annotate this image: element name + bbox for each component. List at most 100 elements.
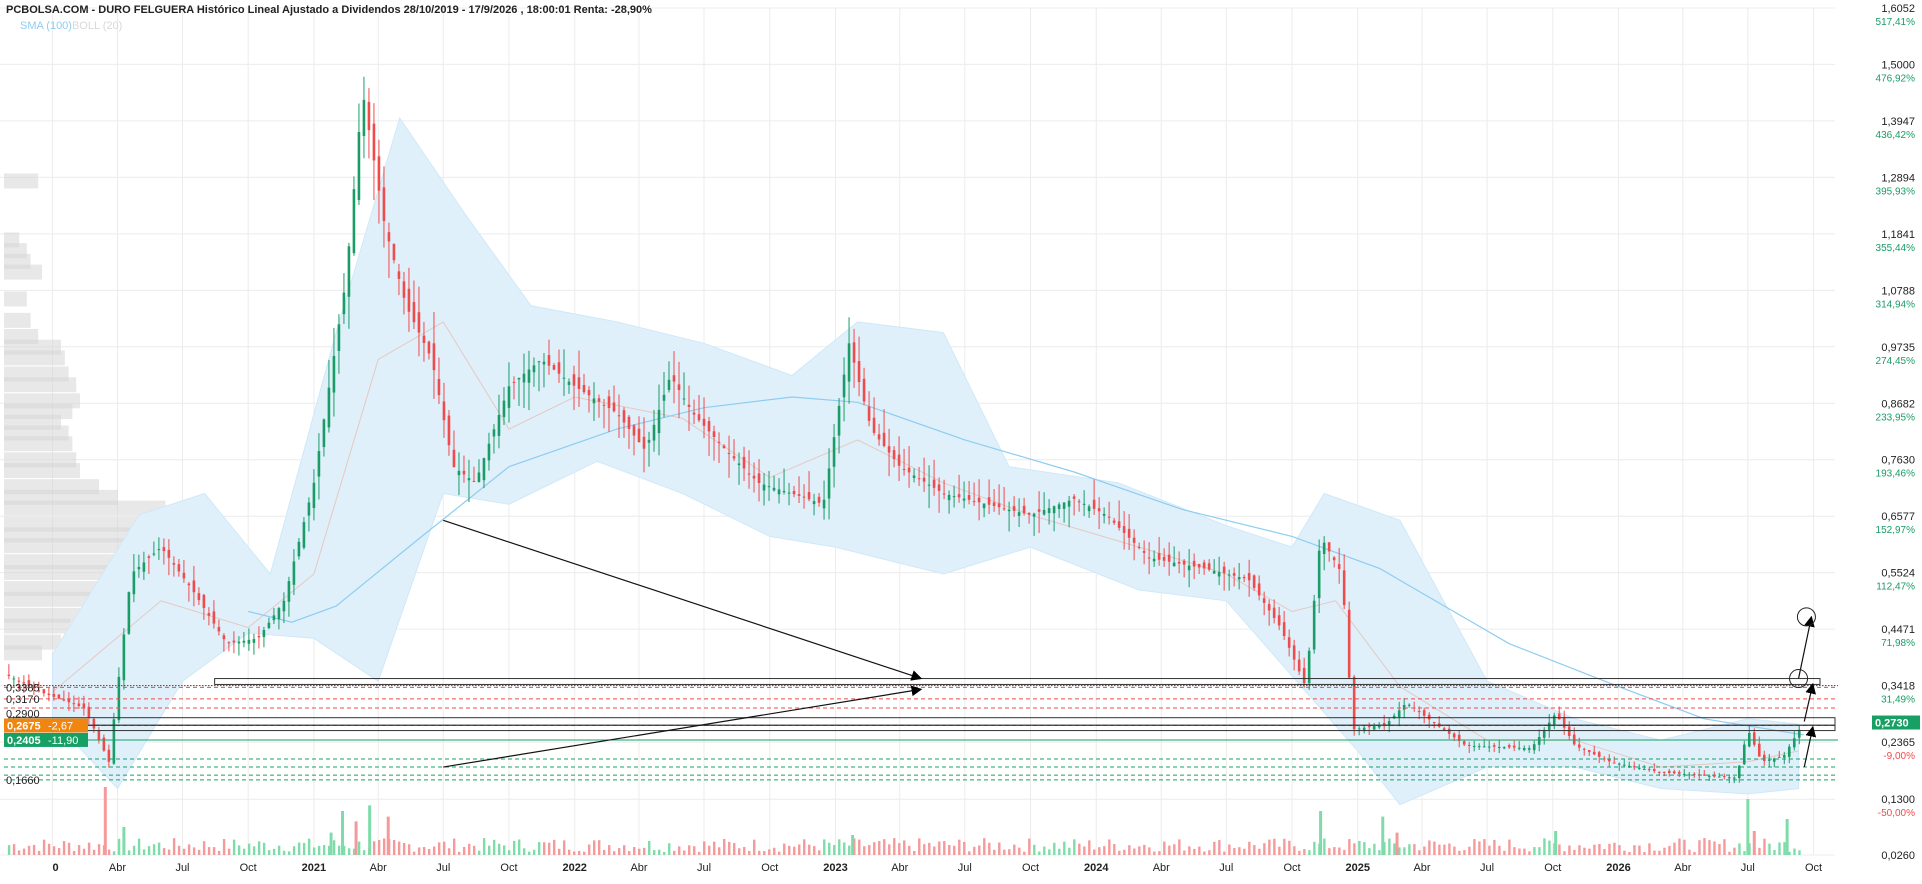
volume-bar: [322, 845, 326, 855]
volume-bar: [1513, 847, 1516, 855]
x-axis-label: Jul: [1219, 862, 1233, 874]
candle-body: [787, 492, 791, 494]
volume-profile-bar: [4, 500, 166, 516]
volume-bar: [668, 843, 671, 855]
candle-body: [1252, 575, 1256, 588]
candle-body: [457, 470, 461, 476]
candle-body: [352, 189, 356, 254]
volume-bar: [527, 851, 531, 855]
volume-bar: [22, 848, 26, 855]
volume-bar: [948, 844, 951, 855]
volume-bar: [1778, 842, 1781, 855]
x-axis-label: 2024: [1084, 862, 1109, 874]
trend-arrow[interactable]: [443, 685, 923, 768]
candle-body: [932, 479, 936, 488]
volume-bar: [1148, 847, 1151, 855]
volume-bar: [1203, 851, 1206, 855]
volume-bar: [252, 846, 256, 855]
volume-bar: [1038, 851, 1041, 855]
volume-bar: [207, 847, 211, 855]
y-axis-pct-label: 355,44%: [1876, 243, 1916, 254]
candle-body: [1017, 512, 1021, 516]
volume-bar: [1578, 845, 1581, 855]
volume-bar: [1603, 848, 1606, 855]
candle-body: [72, 703, 76, 705]
candle-body: [1557, 713, 1561, 720]
volume-bar: [567, 849, 571, 855]
volume-bar: [1178, 839, 1181, 855]
volume-bar: [793, 846, 796, 855]
candle-body: [207, 613, 211, 616]
candle-body: [1262, 598, 1266, 603]
volume-bar: [1008, 849, 1011, 855]
volume-bar: [883, 839, 886, 855]
volume-bar: [467, 843, 471, 855]
zone-box[interactable]: [214, 678, 1821, 685]
candle-body: [347, 246, 351, 297]
volume-bar: [1058, 848, 1061, 855]
candle-body: [862, 378, 866, 402]
volume-bar: [122, 827, 126, 855]
candle-body: [1137, 546, 1141, 548]
candle-body: [1417, 711, 1421, 713]
volume-bar: [1608, 843, 1611, 855]
volume-bar: [377, 839, 381, 855]
volume-bar: [1538, 847, 1541, 855]
candle-body: [842, 374, 846, 398]
volume-bar: [1078, 843, 1081, 855]
x-axis-label: Oct: [1283, 862, 1300, 874]
candle-body: [277, 608, 281, 620]
volume-bar: [1773, 849, 1776, 855]
candle-body: [1217, 572, 1221, 577]
volume-bar: [663, 851, 666, 855]
candle-body: [357, 132, 361, 200]
volume-bar: [1688, 849, 1691, 855]
volume-bar: [537, 842, 541, 855]
candle-body: [1317, 550, 1321, 599]
candle-body: [1077, 501, 1081, 503]
x-axis-label: Oct: [1805, 862, 1822, 874]
volume-bar: [1298, 850, 1301, 855]
trend-arrow[interactable]: [1803, 682, 1816, 722]
candle-body: [512, 381, 516, 383]
volume-bar: [813, 846, 816, 855]
candle-body: [332, 355, 336, 393]
volume-bar: [1048, 849, 1051, 855]
candle-body: [722, 445, 726, 449]
candle-body: [1177, 561, 1181, 564]
volume-bar: [497, 843, 501, 855]
candle-body: [467, 478, 471, 481]
y-axis-price-label: 0,2365: [1881, 737, 1915, 749]
candle-body: [1157, 553, 1161, 560]
volume-bar: [1319, 811, 1323, 855]
volume-bar: [753, 839, 756, 855]
volume-bar: [1763, 838, 1766, 855]
candle-body: [802, 496, 806, 498]
target-circle[interactable]: [1796, 607, 1816, 627]
candle-body: [1332, 557, 1336, 561]
volume-bar: [1733, 847, 1736, 855]
volume-bar: [262, 842, 266, 855]
volume-bar: [1083, 846, 1086, 855]
volume-bar: [132, 845, 136, 855]
trend-arrow[interactable]: [1803, 725, 1817, 768]
volume-bar: [237, 845, 241, 855]
candle-body: [287, 581, 291, 602]
volume-bar: [57, 848, 61, 855]
volume-bar: [1381, 816, 1385, 855]
candle-body: [1677, 771, 1681, 774]
volume-bar: [386, 816, 390, 855]
candle-body: [422, 335, 426, 344]
volume-bar: [678, 846, 681, 855]
candle-body: [1672, 771, 1676, 774]
y-axis-price-label: 0,0260: [1881, 850, 1915, 862]
legend-sma[interactable]: SMA (100): [20, 20, 72, 32]
x-axis-label: Abr: [630, 862, 647, 874]
last-price-badge-value: 0,2730: [1875, 718, 1909, 730]
volume-bar: [673, 850, 676, 855]
volume-bar: [1363, 842, 1366, 855]
candle-body: [587, 389, 591, 396]
legend-boll[interactable]: BOLL (20): [72, 20, 122, 32]
candle-body: [1452, 733, 1456, 738]
candle-body: [672, 375, 676, 382]
